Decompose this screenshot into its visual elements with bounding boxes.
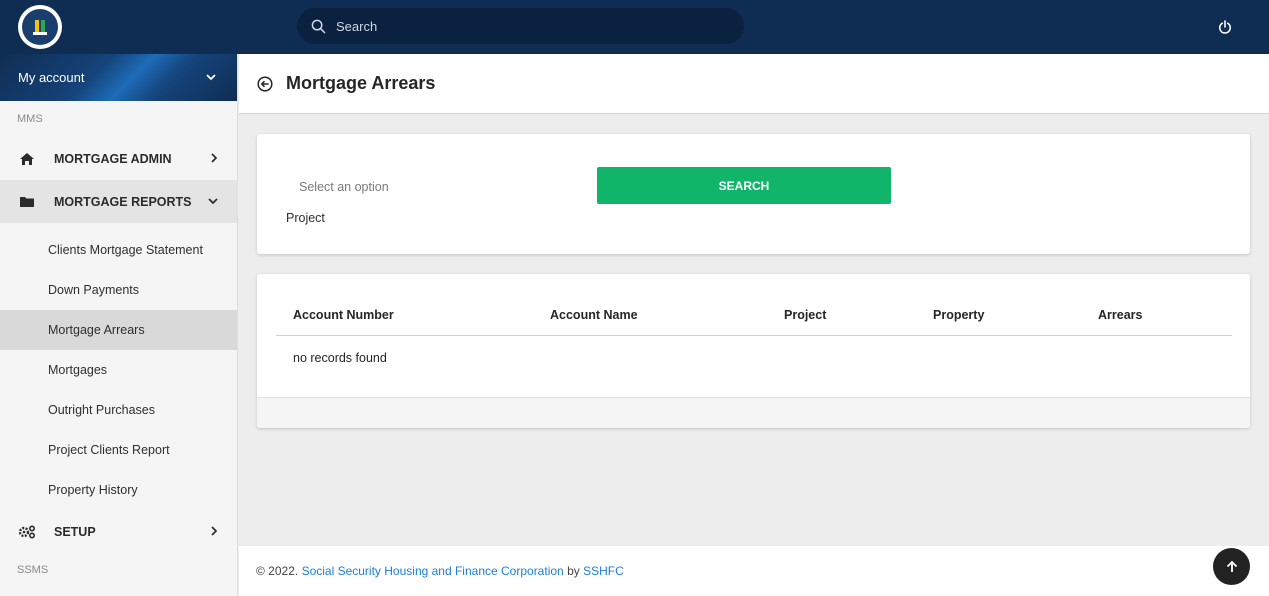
arrears-table: Account Number Account Name Project Prop… — [257, 274, 1250, 428]
sidebar-item-down-payments[interactable]: Down Payments — [0, 270, 237, 310]
column-account-number[interactable]: Account Number — [293, 308, 394, 322]
by-text: by — [567, 564, 580, 578]
power-icon[interactable] — [1214, 16, 1236, 38]
nav-label: MORTGAGE ADMIN — [54, 151, 172, 166]
page-header: Mortgage Arrears — [239, 54, 1269, 114]
column-account-name[interactable]: Account Name — [550, 308, 638, 322]
sidebar-item-outright-purchases[interactable]: Outright Purchases — [0, 390, 237, 430]
sidebar-item-project-clients-report[interactable]: Project Clients Report — [0, 430, 237, 470]
nav-label: MORTGAGE REPORTS — [54, 194, 192, 209]
arrow-up-icon — [1226, 560, 1237, 572]
logo-emblem — [22, 9, 58, 45]
author-link[interactable]: SSHFC — [583, 564, 624, 578]
nav-setup[interactable]: SETUP — [0, 510, 237, 553]
sidebar-item-clients-mortgage-statement[interactable]: Clients Mortgage Statement — [0, 230, 237, 270]
sidebar-item-property-history[interactable]: Property History — [0, 470, 237, 510]
nav-mortgage-reports[interactable]: MORTGAGE REPORTS — [0, 180, 237, 223]
chevron-down-icon — [208, 198, 218, 205]
mortgage-reports-submenu: Clients Mortgage Statement Down Payments… — [0, 223, 237, 510]
organization-logo[interactable] — [18, 5, 62, 49]
nav-mortgage-admin[interactable]: MORTGAGE ADMIN — [0, 137, 237, 180]
chevron-right-icon — [211, 153, 218, 163]
column-project[interactable]: Project — [784, 308, 826, 322]
table-header: Account Number Account Name Project Prop… — [276, 295, 1232, 336]
project-select-label: Project — [286, 211, 325, 225]
filter-card: Select an option Project SEARCH — [257, 134, 1250, 254]
back-arrow-icon[interactable] — [256, 75, 274, 93]
gears-icon — [17, 524, 37, 539]
column-arrears[interactable]: Arrears — [1098, 308, 1142, 322]
sidebar-item-mortgage-arrears[interactable]: Mortgage Arrears — [0, 310, 237, 350]
scroll-to-top-button[interactable] — [1213, 548, 1250, 585]
sidebar-item-mortgages[interactable]: Mortgages — [0, 350, 237, 390]
organization-link[interactable]: Social Security Housing and Finance Corp… — [302, 564, 564, 578]
home-icon — [17, 152, 37, 166]
top-bar — [0, 0, 1269, 54]
column-property[interactable]: Property — [933, 308, 984, 322]
chevron-right-icon — [211, 526, 218, 536]
chevron-down-icon — [206, 74, 216, 81]
search-icon — [311, 19, 326, 33]
nav-label: SETUP — [54, 524, 96, 539]
account-menu[interactable]: My account — [0, 54, 237, 101]
sidebar: My account MMS MORTGAGE ADMIN MORTGAGE R… — [0, 54, 238, 596]
section-label-ssms: SSMS — [17, 564, 49, 576]
search-button[interactable]: SEARCH — [597, 167, 891, 204]
project-select[interactable]: Select an option — [299, 180, 389, 194]
search-input[interactable] — [336, 18, 716, 34]
section-label-mms: MMS — [17, 113, 43, 125]
page-title: Mortgage Arrears — [286, 73, 436, 93]
copyright-text: © 2022. — [256, 564, 299, 578]
table-footer — [257, 397, 1250, 428]
account-label: My account — [18, 70, 85, 85]
empty-state-message: no records found — [293, 351, 387, 365]
page-footer: © 2022. Social Security Housing and Fina… — [239, 546, 1269, 596]
folder-icon — [17, 195, 37, 208]
global-search[interactable] — [297, 8, 744, 44]
